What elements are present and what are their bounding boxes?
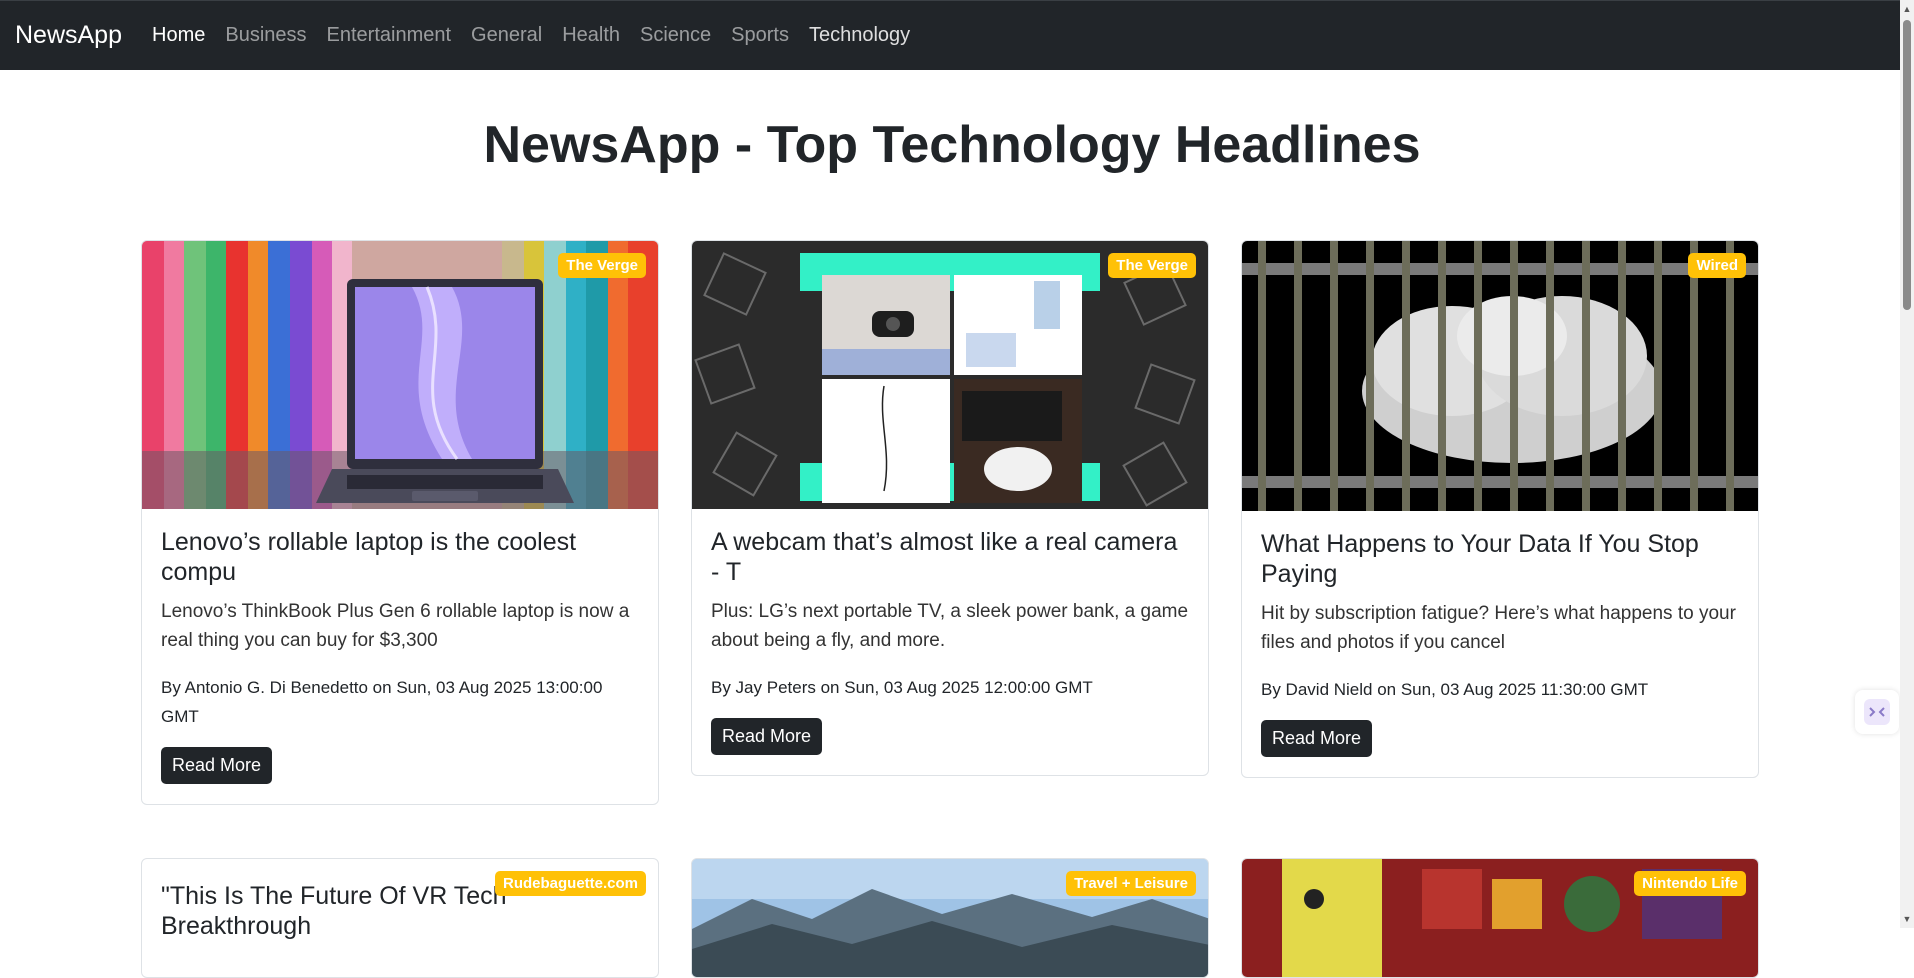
source-badge: Travel + Leisure xyxy=(1066,871,1196,896)
news-card: Travel + Leisure xyxy=(691,858,1209,978)
article-byline: By Jay Peters on Sun, 03 Aug 2025 12:00:… xyxy=(711,678,1093,697)
nav-link-home[interactable]: Home xyxy=(152,24,205,47)
brand-logo[interactable]: NewsApp xyxy=(15,21,122,50)
news-card: The Verge Lenovo’s rollable laptop is th… xyxy=(141,240,659,805)
news-card: Rudebaguette.com "This Is The Future Of … xyxy=(141,858,659,978)
nav-link-science[interactable]: Science xyxy=(640,24,711,47)
article-description: Hit by subscription fatigue? Here’s what… xyxy=(1261,603,1736,653)
caged-cloud-image xyxy=(1242,241,1758,511)
article-byline: By David Nield on Sun, 03 Aug 2025 11:30… xyxy=(1261,680,1649,699)
nav-link-general[interactable]: General xyxy=(471,24,542,47)
read-more-button[interactable]: Read More xyxy=(1261,720,1373,757)
source-badge: Nintendo Life xyxy=(1634,871,1746,896)
news-card: The Verge A webcam that’s almost like a … xyxy=(691,240,1209,776)
source-badge: The Verge xyxy=(1108,253,1196,278)
webcam-collage-image xyxy=(692,241,1208,509)
article-description: Lenovo’s ThinkBook Plus Gen 6 rollable l… xyxy=(161,601,630,651)
scroll-down-icon[interactable]: ▼ xyxy=(1902,914,1912,924)
read-more-button[interactable]: Read More xyxy=(711,718,823,755)
article-description: Plus: LG’s next portable TV, a sleek pow… xyxy=(711,601,1189,651)
article-title: A webcam that’s almost like a real camer… xyxy=(711,528,1178,586)
news-card: Nintendo Life xyxy=(1241,858,1759,978)
article-title: Lenovo’s rollable laptop is the coolest … xyxy=(161,528,577,586)
vertical-scrollbar[interactable]: ▲ ▼ xyxy=(1900,0,1914,928)
nav-link-health[interactable]: Health xyxy=(562,24,620,47)
read-more-button[interactable]: Read More xyxy=(161,747,273,784)
scroll-thumb[interactable] xyxy=(1903,20,1911,310)
source-badge: Wired xyxy=(1688,253,1746,278)
article-title: "This Is The Future Of VR Tech Breakthro… xyxy=(161,882,507,940)
article-image: The Verge xyxy=(692,241,1208,509)
side-helper-widget[interactable] xyxy=(1855,690,1899,734)
source-badge: Rudebaguette.com xyxy=(494,871,646,896)
chevrons-icon xyxy=(1864,699,1890,725)
nav-link-entertainment[interactable]: Entertainment xyxy=(327,24,452,47)
source-badge: The Verge xyxy=(558,253,646,278)
page-title: NewsApp - Top Technology Headlines xyxy=(483,116,1421,174)
article-image: Wired xyxy=(1242,241,1758,511)
article-byline: By Antonio G. Di Benedetto on Sun, 03 Au… xyxy=(161,678,603,726)
navbar: NewsApp Home Business Entertainment Gene… xyxy=(0,0,1914,70)
nav-link-business[interactable]: Business xyxy=(225,24,306,47)
scroll-up-icon[interactable]: ▲ xyxy=(1902,4,1912,14)
news-card: Wired What Happens to Your Data If You S… xyxy=(1241,240,1759,778)
article-title: What Happens to Your Data If You Stop Pa… xyxy=(1261,530,1699,588)
article-image: The Verge xyxy=(142,241,658,509)
nav-link-sports[interactable]: Sports xyxy=(731,24,789,47)
nav-link-technology[interactable]: Technology xyxy=(809,24,910,47)
laptop-image xyxy=(142,241,658,509)
